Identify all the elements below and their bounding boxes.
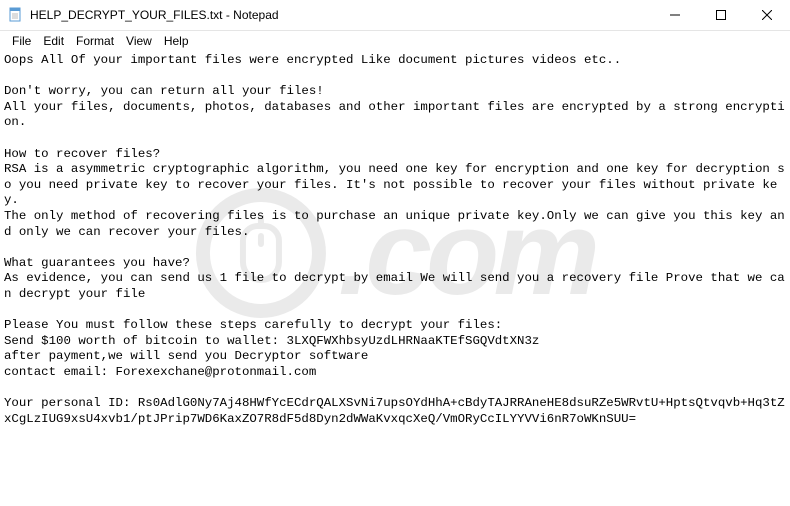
menu-view[interactable]: View xyxy=(120,33,158,49)
titlebar: HELP_DECRYPT_YOUR_FILES.txt - Notepad xyxy=(0,0,790,31)
menubar: File Edit Format View Help xyxy=(0,31,790,51)
menu-format[interactable]: Format xyxy=(70,33,120,49)
window-controls xyxy=(652,0,790,30)
minimize-button[interactable] xyxy=(652,0,698,30)
maximize-button[interactable] xyxy=(698,0,744,30)
text-area[interactable]: Oops All Of your important files were en… xyxy=(0,51,790,506)
window-title: HELP_DECRYPT_YOUR_FILES.txt - Notepad xyxy=(30,8,652,22)
menu-edit[interactable]: Edit xyxy=(37,33,70,49)
close-button[interactable] xyxy=(744,0,790,30)
menu-help[interactable]: Help xyxy=(158,33,195,49)
notepad-icon xyxy=(8,7,24,23)
menu-file[interactable]: File xyxy=(6,33,37,49)
